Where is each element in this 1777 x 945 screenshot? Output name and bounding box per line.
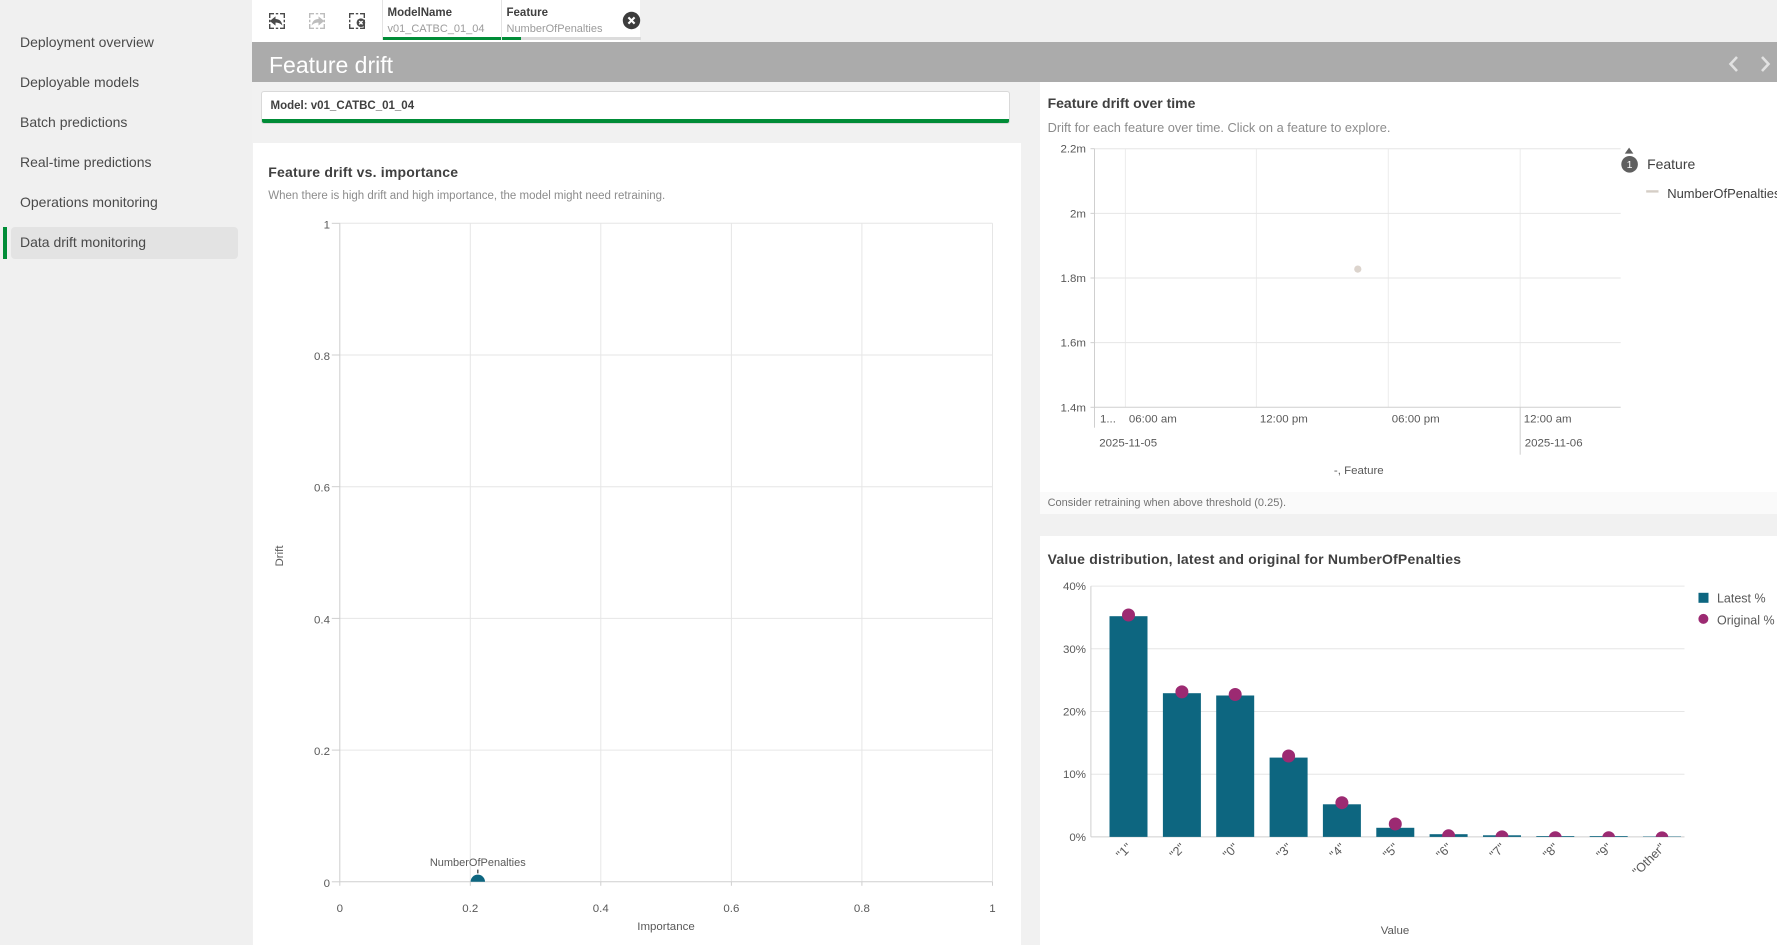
svg-text:1: 1 xyxy=(323,219,329,231)
svg-text:2025-11-06: 2025-11-06 xyxy=(1524,438,1582,450)
svg-text:0%: 0% xyxy=(1069,831,1086,843)
svg-text:"Other": "Other" xyxy=(1630,840,1668,878)
svg-text:"5": "5" xyxy=(1380,840,1401,861)
svg-text:Drift: Drift xyxy=(274,545,286,567)
svg-text:Importance: Importance xyxy=(637,921,694,933)
svg-text:"8": "8" xyxy=(1540,840,1561,861)
svg-text:Value: Value xyxy=(1381,925,1410,937)
svg-text:40%: 40% xyxy=(1063,581,1086,593)
svg-text:Feature: Feature xyxy=(1647,156,1695,172)
svg-text:1: 1 xyxy=(989,903,995,915)
svg-text:2.2m: 2.2m xyxy=(1060,144,1086,156)
svg-text:0.6: 0.6 xyxy=(314,483,330,495)
svg-text:"1": "1" xyxy=(1113,840,1134,861)
svg-text:1.4m: 1.4m xyxy=(1060,403,1086,415)
svg-text:"2": "2" xyxy=(1167,840,1188,861)
svg-text:0.4: 0.4 xyxy=(314,615,331,627)
svg-text:"4": "4" xyxy=(1327,840,1348,861)
svg-text:0.2: 0.2 xyxy=(462,903,478,915)
svg-text:06:00 pm: 06:00 pm xyxy=(1392,414,1440,426)
svg-text:1: 1 xyxy=(1626,160,1632,171)
svg-text:0.6: 0.6 xyxy=(723,903,739,915)
svg-text:0: 0 xyxy=(323,878,329,890)
svg-text:1...: 1... xyxy=(1100,414,1116,426)
svg-text:2m: 2m xyxy=(1070,209,1086,221)
svg-text:0.8: 0.8 xyxy=(314,351,330,363)
svg-text:1.8m: 1.8m xyxy=(1060,273,1086,285)
svg-text:Latest %: Latest % xyxy=(1717,591,1766,605)
svg-text:12:00 pm: 12:00 pm xyxy=(1260,414,1308,426)
svg-text:-, Feature: -, Feature xyxy=(1334,465,1384,477)
svg-text:NumberOfPenalties: NumberOfPenalties xyxy=(1667,186,1777,201)
svg-text:"9": "9" xyxy=(1594,840,1615,861)
svg-text:20%: 20% xyxy=(1063,706,1086,718)
svg-text:"6": "6" xyxy=(1433,840,1454,861)
svg-text:1.6m: 1.6m xyxy=(1060,338,1086,350)
svg-text:Original %: Original % xyxy=(1717,613,1775,627)
svg-text:0: 0 xyxy=(336,903,342,915)
svg-text:10%: 10% xyxy=(1063,769,1086,781)
svg-text:"0": "0" xyxy=(1220,840,1241,861)
svg-text:0.2: 0.2 xyxy=(314,746,330,758)
svg-text:2025-11-05: 2025-11-05 xyxy=(1099,438,1157,450)
svg-text:06:00 am: 06:00 am xyxy=(1129,414,1177,426)
svg-text:0.4: 0.4 xyxy=(592,903,609,915)
svg-text:12:00 am: 12:00 am xyxy=(1523,414,1571,426)
svg-text:30%: 30% xyxy=(1063,643,1086,655)
svg-text:"7": "7" xyxy=(1487,840,1508,861)
svg-text:"3": "3" xyxy=(1273,840,1294,861)
svg-text:0.8: 0.8 xyxy=(854,903,870,915)
svg-text:NumberOfPenalties: NumberOfPenalties xyxy=(430,857,526,869)
